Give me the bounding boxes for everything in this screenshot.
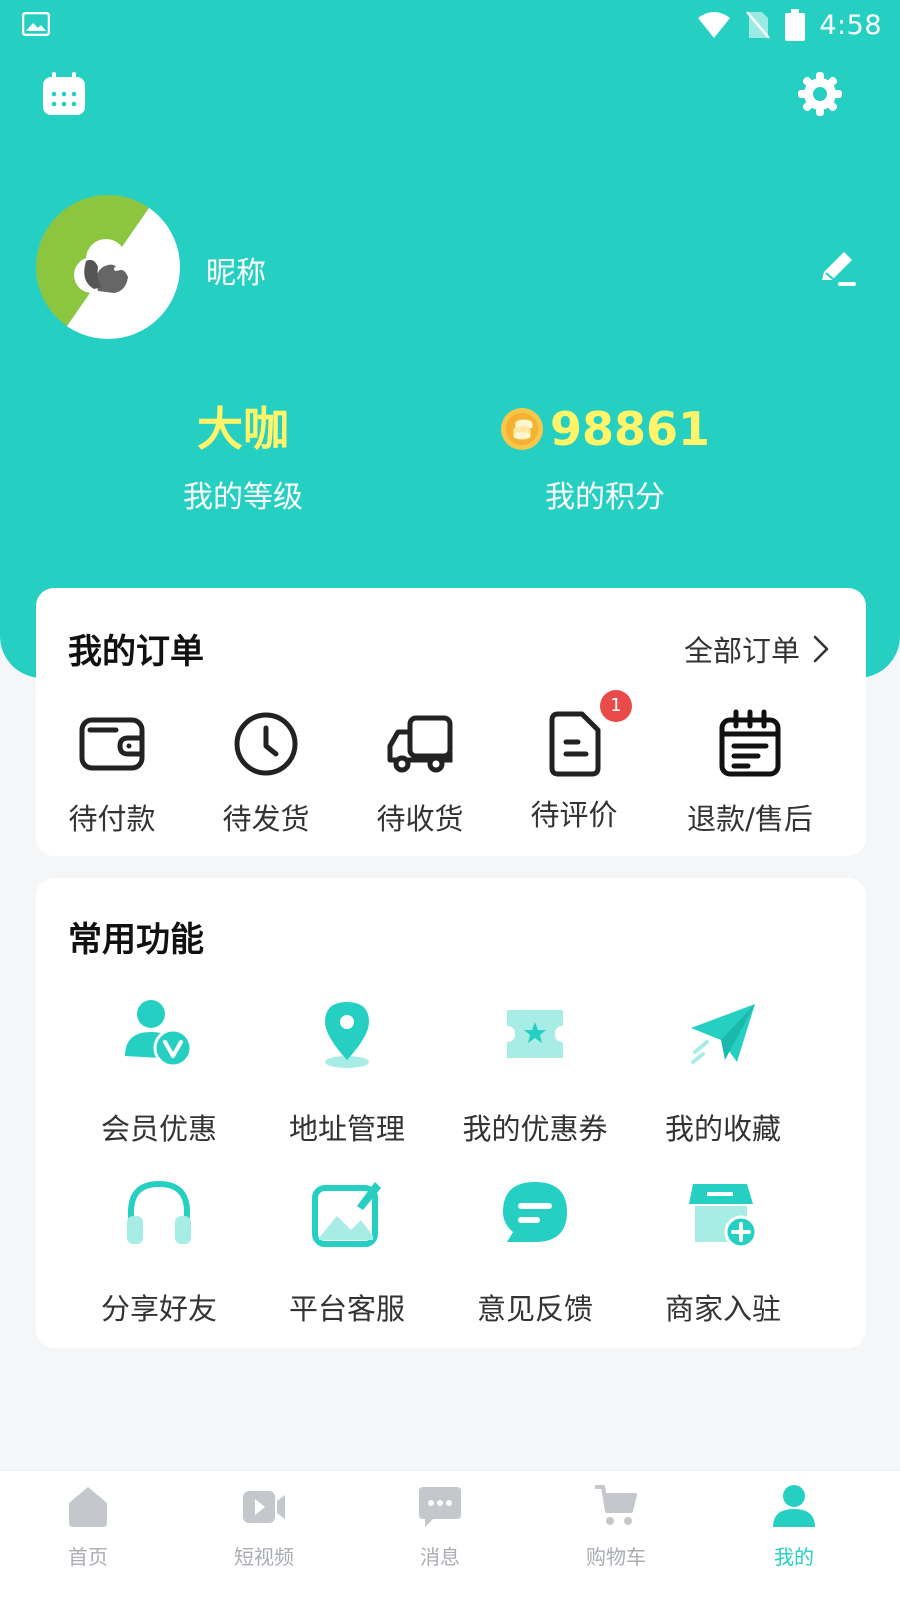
image-notification-icon bbox=[22, 12, 50, 36]
order-label: 待评价 bbox=[530, 798, 618, 832]
clock-icon bbox=[234, 712, 298, 776]
functions-card: 常用功能 会员优惠 地址管理 我的优惠券 我的收藏 分享好友 平台客服 意见反馈… bbox=[36, 878, 866, 1348]
func-label: 地址管理 bbox=[288, 1112, 405, 1146]
func-label: 商家入驻 bbox=[664, 1292, 781, 1326]
func-label: 我的收藏 bbox=[664, 1112, 781, 1146]
all-orders-label: 全部订单 bbox=[683, 634, 800, 668]
no-sim-icon bbox=[746, 11, 771, 39]
all-orders-link[interactable]: 全部订单 bbox=[684, 628, 830, 670]
points-stat[interactable]: 98861 我的积分 bbox=[500, 400, 710, 516]
wallet-icon bbox=[79, 717, 145, 771]
func-label: 会员优惠 bbox=[100, 1112, 217, 1146]
order-label: 待付款 bbox=[68, 802, 156, 836]
func-share-friends[interactable]: 分享好友 bbox=[64, 1176, 254, 1328]
calendar-icon[interactable] bbox=[40, 70, 88, 118]
tab-label: 消息 bbox=[420, 1545, 460, 1569]
avatar[interactable] bbox=[36, 195, 180, 339]
order-label: 待发货 bbox=[222, 802, 310, 836]
user-icon bbox=[773, 1485, 815, 1527]
tab-cart[interactable]: 购物车 bbox=[556, 1483, 676, 1570]
paper-plane-icon bbox=[691, 1004, 755, 1064]
func-label: 意见反馈 bbox=[476, 1292, 593, 1326]
level-stat[interactable]: 大咖 我的等级 bbox=[160, 400, 326, 516]
edit-profile-icon[interactable] bbox=[816, 246, 860, 290]
order-pending-review[interactable]: 1 待评价 bbox=[494, 690, 654, 834]
cart-icon bbox=[595, 1485, 637, 1525]
coin-icon bbox=[500, 407, 543, 451]
tab-home[interactable]: 首页 bbox=[28, 1483, 148, 1570]
order-label: 退款/售后 bbox=[687, 802, 813, 836]
nickname[interactable]: 昵称 bbox=[206, 248, 266, 292]
store-add-icon bbox=[689, 1184, 758, 1249]
func-merchant-onboarding[interactable]: 商家入驻 bbox=[628, 1176, 818, 1328]
func-platform-support[interactable]: 平台客服 bbox=[252, 1176, 442, 1328]
func-label: 分享好友 bbox=[100, 1292, 217, 1326]
vip-member-icon bbox=[125, 1000, 193, 1068]
order-pending-payment[interactable]: 待付款 bbox=[32, 708, 192, 838]
orders-card: 我的订单 全部订单 待付款 待发货 待收货 1 待评价 退款/售后 bbox=[36, 588, 866, 856]
orders-title: 我的订单 bbox=[68, 632, 204, 672]
level-value: 大咖 bbox=[197, 402, 289, 456]
calendar-list-icon bbox=[719, 709, 781, 777]
func-feedback[interactable]: 意见反馈 bbox=[440, 1176, 630, 1328]
tab-label: 首页 bbox=[68, 1545, 108, 1569]
wifi-icon bbox=[698, 12, 731, 38]
chat-bubble-icon bbox=[503, 1182, 567, 1242]
gear-icon[interactable] bbox=[796, 70, 844, 118]
order-label: 待收货 bbox=[376, 802, 464, 836]
func-label: 我的优惠券 bbox=[462, 1112, 608, 1146]
tab-label: 短视频 bbox=[234, 1545, 294, 1569]
tab-label: 购物车 bbox=[586, 1545, 646, 1569]
order-pending-receipt[interactable]: 待收货 bbox=[340, 708, 500, 838]
profile-header bbox=[0, 0, 900, 678]
picture-edit-icon bbox=[312, 1182, 381, 1247]
order-pending-shipment[interactable]: 待发货 bbox=[186, 708, 346, 838]
func-member-discount[interactable]: 会员优惠 bbox=[64, 996, 254, 1148]
points-label: 我的积分 bbox=[545, 480, 665, 515]
tab-mine[interactable]: 我的 bbox=[734, 1483, 854, 1570]
functions-title: 常用功能 bbox=[68, 920, 204, 960]
review-badge: 1 bbox=[600, 690, 632, 722]
func-my-favorites[interactable]: 我的收藏 bbox=[628, 996, 818, 1148]
tab-short-video[interactable]: 短视频 bbox=[204, 1483, 324, 1570]
tab-label: 我的 bbox=[774, 1545, 814, 1569]
truck-icon bbox=[387, 715, 453, 773]
order-refund-aftersale[interactable]: 退款/售后 bbox=[670, 708, 830, 838]
message-icon bbox=[419, 1487, 461, 1527]
headphones-icon bbox=[127, 1180, 191, 1244]
status-time: 4:58 bbox=[819, 9, 882, 41]
chevron-right-icon bbox=[813, 635, 829, 663]
home-icon bbox=[69, 1487, 107, 1527]
location-pin-icon bbox=[325, 1002, 369, 1068]
func-label: 平台客服 bbox=[288, 1292, 405, 1326]
coupon-icon bbox=[507, 1010, 563, 1058]
bottom-tab-bar: 首页 短视频 消息 购物车 我的 bbox=[0, 1470, 900, 1600]
func-my-coupons[interactable]: 我的优惠券 bbox=[440, 996, 630, 1148]
video-icon bbox=[243, 1491, 285, 1523]
status-bar: 4:58 bbox=[0, 0, 900, 52]
points-value: 98861 bbox=[549, 402, 710, 456]
level-label: 我的等级 bbox=[183, 480, 303, 515]
tab-messages[interactable]: 消息 bbox=[380, 1483, 500, 1570]
func-address-management[interactable]: 地址管理 bbox=[252, 996, 442, 1148]
battery-icon bbox=[785, 9, 806, 41]
document-icon bbox=[549, 711, 601, 777]
